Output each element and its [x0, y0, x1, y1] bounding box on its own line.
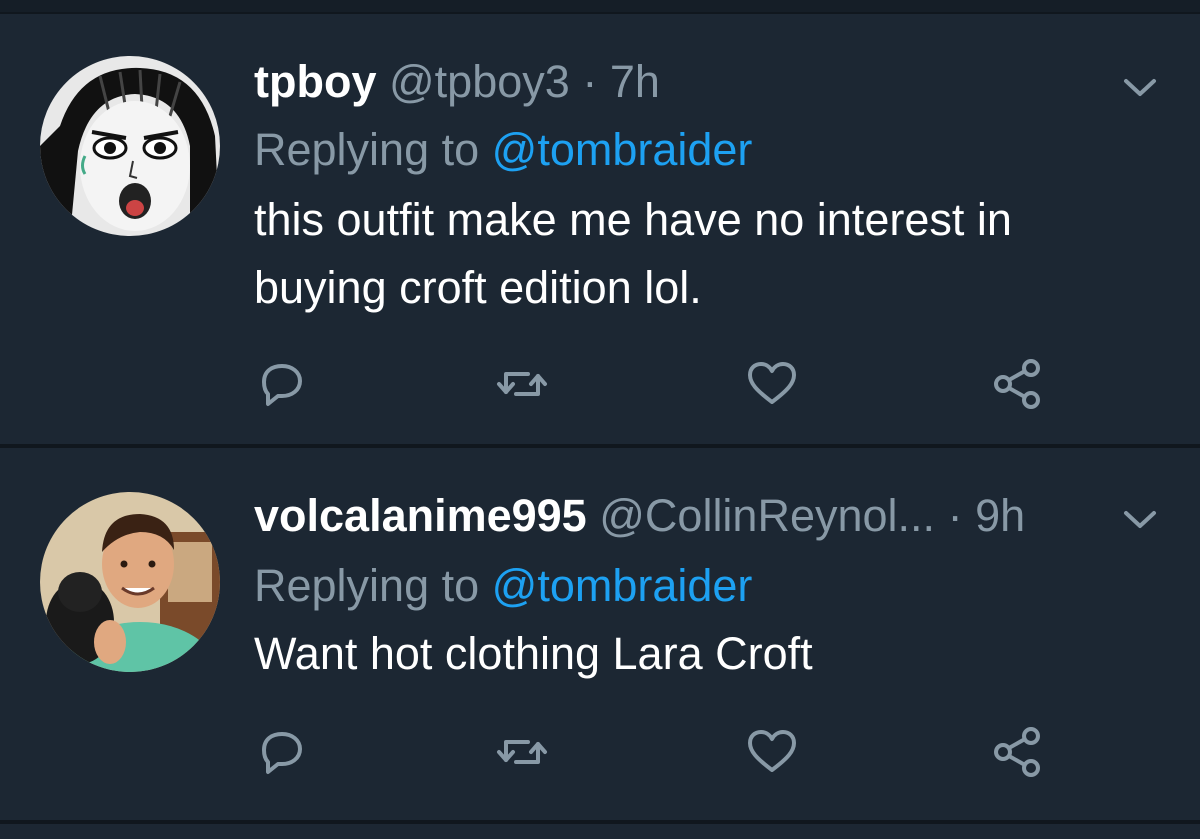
tweet[interactable]: volcalanime995 @CollinReynol... · 9h Rep…: [0, 448, 1200, 820]
like-button[interactable]: [744, 356, 800, 412]
retweet-icon: [497, 372, 547, 396]
share-button[interactable]: [989, 724, 1045, 780]
chevron-down-icon: [1124, 511, 1156, 528]
mention-link[interactable]: @tombraider: [492, 560, 753, 611]
display-name[interactable]: volcalanime995: [254, 490, 587, 541]
retweet-button[interactable]: [494, 724, 550, 780]
chevron-down-icon: [1124, 79, 1156, 96]
top-divider: [0, 0, 1200, 14]
tweet[interactable]: tpboy @tpboy3 · 7h Replying to @tombraid…: [0, 14, 1200, 444]
tweet-actions: [254, 724, 1074, 780]
timestamp[interactable]: 9h: [975, 490, 1025, 541]
tweet-text: this outfit make me have no interest in …: [254, 194, 1012, 313]
timeline-feed: tpboy @tpboy3 · 7h Replying to @tombraid…: [0, 0, 1200, 839]
replying-prefix: Replying to: [254, 560, 492, 611]
timestamp[interactable]: 7h: [610, 56, 660, 107]
share-icon: [994, 727, 1040, 777]
like-icon: [748, 730, 796, 772]
share-button[interactable]: [989, 356, 1045, 412]
retweet-button[interactable]: [494, 356, 550, 412]
like-button[interactable]: [744, 724, 800, 780]
tweet-menu-button[interactable]: [1120, 72, 1160, 102]
avatar[interactable]: [40, 56, 220, 236]
tweet-actions: [254, 356, 1074, 412]
avatar[interactable]: [40, 492, 220, 672]
tweet-header: volcalanime995 @CollinReynol... · 9h: [254, 490, 1025, 542]
replying-to-line: Replying to @tombraider: [254, 560, 752, 612]
tweet-header: tpboy @tpboy3 · 7h: [254, 56, 660, 108]
user-handle[interactable]: @CollinReynol...: [599, 490, 935, 541]
reply-button[interactable]: [254, 724, 310, 780]
separator-dot: ·: [582, 56, 598, 107]
tweet-menu-button[interactable]: [1120, 504, 1160, 534]
tweet-text: Want hot clothing Lara Croft: [254, 628, 813, 679]
manga-face-avatar-icon: [40, 56, 220, 236]
reply-icon: [262, 364, 302, 406]
mention-link[interactable]: @tombraider: [492, 124, 753, 175]
next-tweet-edge: [0, 824, 1200, 839]
replying-to-line: Replying to @tombraider: [254, 124, 752, 176]
like-icon: [748, 362, 796, 404]
retweet-icon: [497, 740, 547, 764]
separator-dot: ·: [947, 490, 963, 541]
reply-icon: [262, 732, 302, 774]
replying-prefix: Replying to: [254, 124, 492, 175]
reply-button[interactable]: [254, 356, 310, 412]
photo-avatar-icon: [40, 492, 220, 672]
user-handle[interactable]: @tpboy3: [389, 56, 570, 107]
display-name[interactable]: tpboy: [254, 56, 376, 107]
share-icon: [994, 359, 1040, 409]
